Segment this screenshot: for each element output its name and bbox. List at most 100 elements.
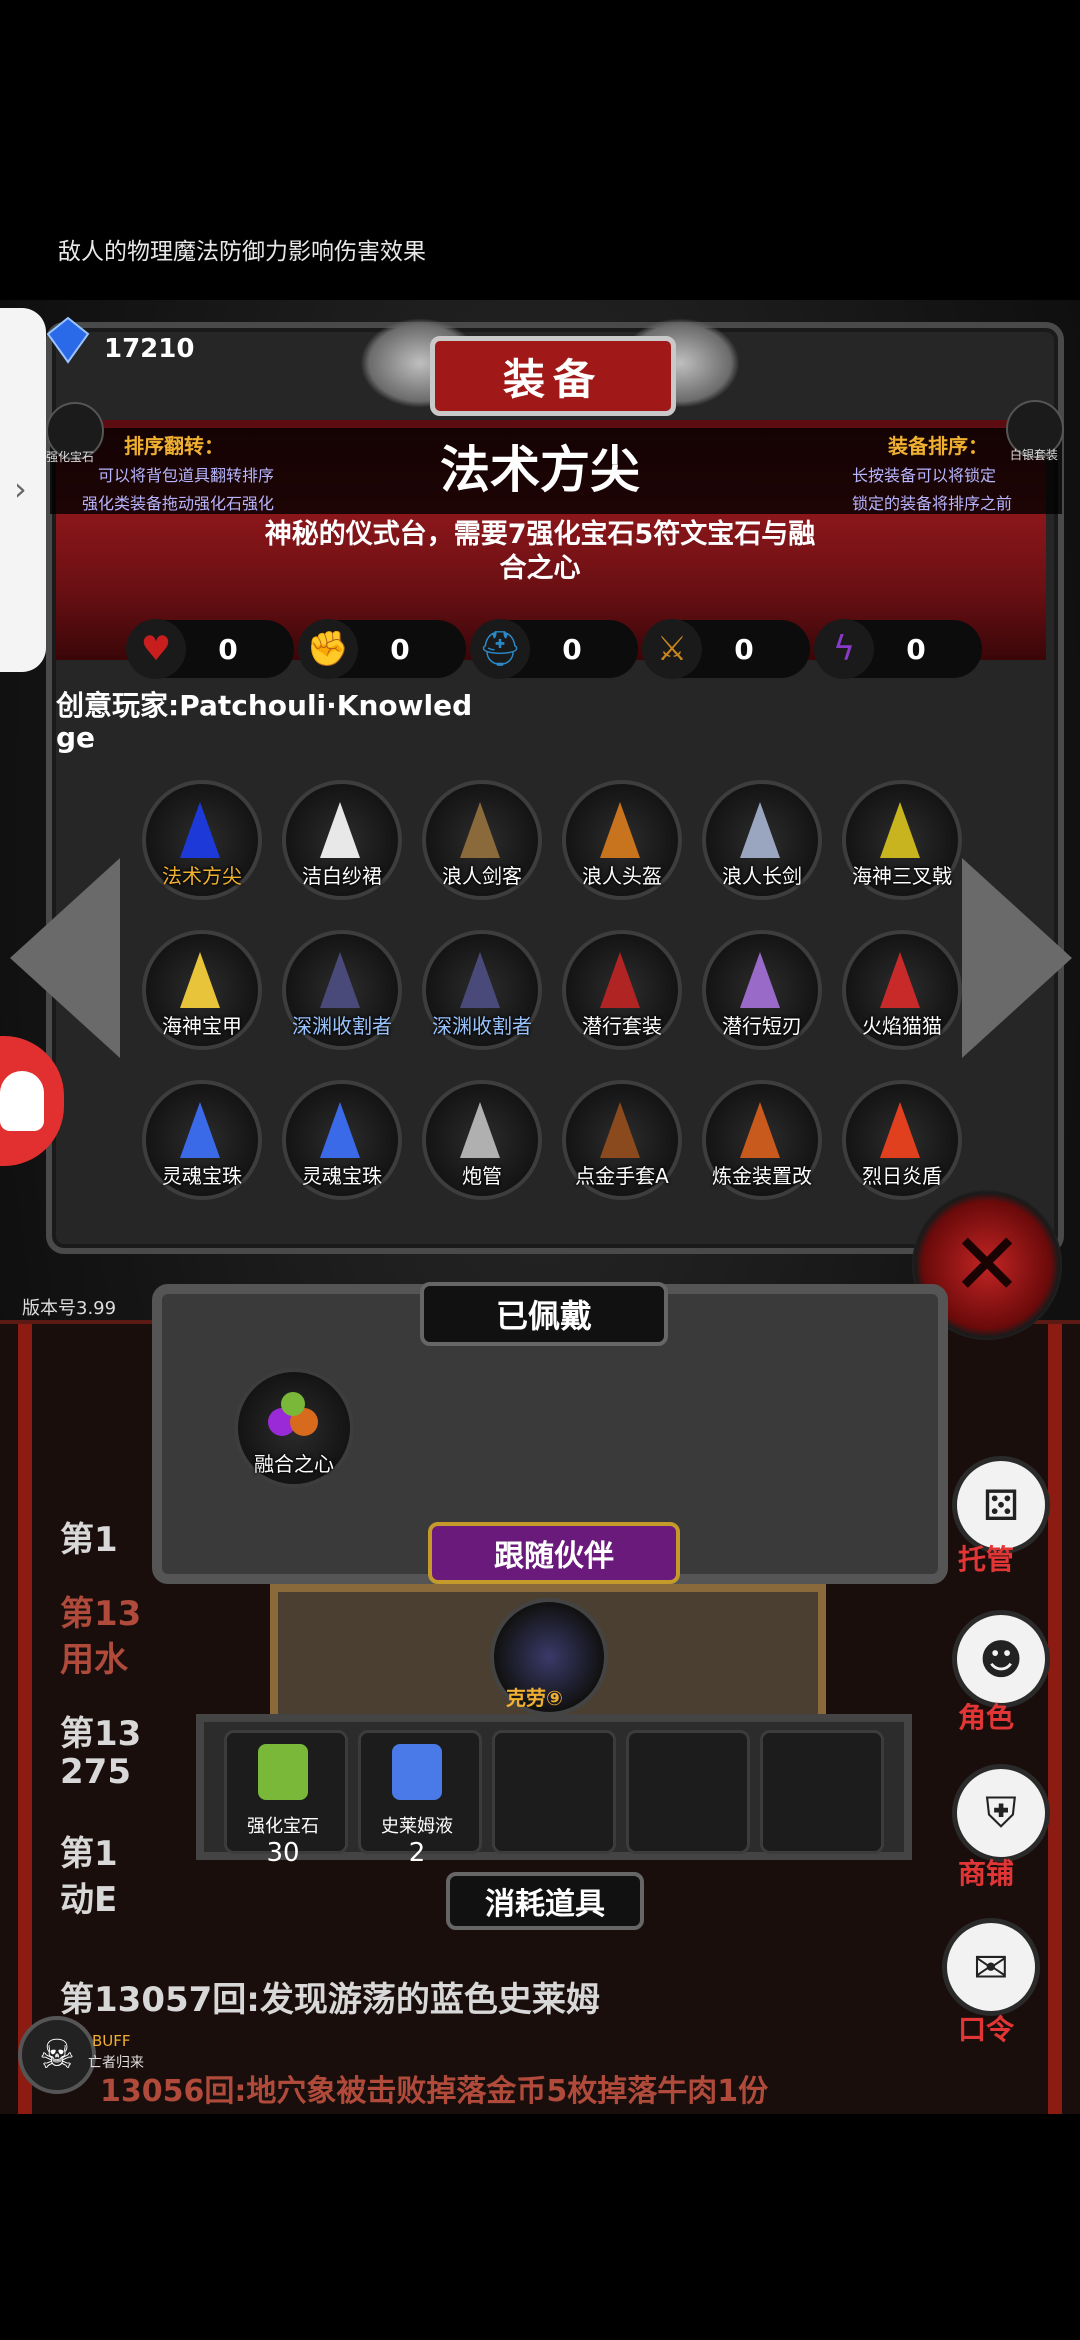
stat-value: 0	[734, 632, 754, 666]
slime-potion-icon	[392, 1744, 442, 1800]
gem-icon	[46, 316, 90, 364]
armor-set-label: 白银套装	[1010, 448, 1059, 462]
consumable-slot[interactable]	[492, 1730, 616, 1854]
gem-count: 17210	[104, 334, 195, 364]
equipment-item[interactable]: 炼金装置改	[702, 1080, 822, 1200]
equipment-item[interactable]: 灵魂宝珠	[282, 1080, 402, 1200]
stat-helmet: ⛑ 0	[470, 619, 638, 679]
equipment-item[interactable]: 炮管	[422, 1080, 542, 1200]
equipment-item[interactable]: 洁白纱裙	[282, 780, 402, 900]
enhance-gem-icon	[258, 1744, 308, 1800]
item-icon	[740, 1102, 780, 1158]
item-label: 海神宝甲	[162, 1014, 242, 1038]
helmet-icon: ⛑	[470, 619, 530, 679]
equip-sort-line: 锁定的装备将排序之前	[852, 494, 1013, 513]
consumable-name: 史莱姆液	[381, 1816, 453, 1837]
companion-name: 克劳⑨	[506, 1686, 563, 1710]
item-label: 灵魂宝珠	[302, 1164, 382, 1188]
equipment-item[interactable]: 浪人剑客	[422, 780, 542, 900]
stat-sword: ⚔ 0	[642, 619, 810, 679]
chevron-right-icon[interactable]: ›	[14, 470, 27, 508]
role-button[interactable]: ☻	[952, 1610, 1050, 1708]
consumable-count: 30	[266, 1838, 300, 1868]
consumables-label: 消耗道具	[446, 1872, 644, 1930]
heart-icon: ♥	[126, 619, 186, 679]
log-line: 动E	[60, 1880, 118, 1920]
buff-title: BUFF	[92, 2032, 131, 2050]
consumable-count: 2	[408, 1838, 426, 1868]
item-label: 海神三叉戟	[852, 864, 952, 888]
item-label: 烈日炎盾	[862, 1164, 942, 1188]
item-label: 深渊收割者	[292, 1014, 392, 1038]
item-icon	[600, 1102, 640, 1158]
fusion-heart-icon	[268, 1392, 318, 1436]
auto-label: 托管	[958, 1543, 1015, 1576]
equip-sort-title[interactable]: 装备排序：	[888, 430, 988, 459]
item-label: 点金手套A	[575, 1164, 669, 1188]
follow-label: 跟随伙伴	[428, 1522, 680, 1584]
stat-value: 0	[906, 632, 926, 666]
equipment-item[interactable]: 火焰猫猫	[842, 930, 962, 1050]
equipment-item[interactable]: 灵魂宝珠	[142, 1080, 262, 1200]
stat-value: 0	[562, 632, 582, 666]
item-label: 法术方尖	[162, 864, 242, 888]
equipment-item[interactable]: 潜行套装	[562, 930, 682, 1050]
stat-heart: ♥ 0	[126, 619, 294, 679]
item-label: 浪人剑客	[442, 864, 522, 888]
code-label: 口令	[958, 2013, 1015, 2046]
worn-item-name: 融合之心	[254, 1452, 334, 1476]
code-button[interactable]: ✉	[942, 1918, 1040, 2016]
log-line: 第1	[60, 1520, 118, 1560]
item-label: 深渊收割者	[432, 1014, 532, 1038]
buff-name: 亡者归来	[88, 2055, 144, 2071]
equipment-item[interactable]: 深渊收割者	[282, 930, 402, 1050]
log-line: 用水	[60, 1640, 128, 1680]
shop-button[interactable]: ⛨	[952, 1764, 1050, 1862]
item-label: 洁白纱裙	[302, 864, 382, 888]
equipment-item[interactable]: 法术方尖	[142, 780, 262, 900]
worn-item[interactable]: 融合之心	[234, 1368, 354, 1488]
item-label: 灵魂宝珠	[162, 1164, 242, 1188]
log-line: 13056回:地穴象被击败掉落金币5枚掉落牛肉1份	[100, 2074, 769, 2109]
equipment-item[interactable]: 浪人头盔	[562, 780, 682, 900]
item-label: 潜行套装	[582, 1014, 662, 1038]
item-label: 火焰猫猫	[862, 1014, 942, 1038]
item-description: 神秘的仪式台，需要7强化宝石5符文宝石与融合之心	[264, 519, 816, 584]
prev-page-arrow[interactable]	[10, 858, 120, 1058]
equipment-item[interactable]: 烈日炎盾	[842, 1080, 962, 1200]
stat-strength: ✊ 0	[298, 619, 466, 679]
stat-value: 0	[390, 632, 410, 666]
consumable-slot[interactable]	[760, 1730, 884, 1854]
item-icon	[880, 1102, 920, 1158]
equipment-item[interactable]: 潜行短刃	[702, 930, 822, 1050]
item-icon	[740, 952, 780, 1008]
equipment-item[interactable]: 浪人长剑	[702, 780, 822, 900]
magic-icon: ϟ	[814, 619, 874, 679]
version-label: 版本号3.99	[22, 1298, 117, 1319]
item-icon	[740, 802, 780, 858]
equipment-item[interactable]: 海神三叉戟	[842, 780, 962, 900]
stat-value: 0	[218, 632, 238, 666]
log-line: 275	[60, 1752, 131, 1792]
equipment-item[interactable]: 深渊收割者	[422, 930, 542, 1050]
worn-label: 已佩戴	[420, 1282, 668, 1346]
log-line: 第13	[60, 1594, 142, 1634]
item-icon	[320, 952, 360, 1008]
skull-icon[interactable]: ☠	[18, 2016, 96, 2094]
item-icon	[180, 802, 220, 858]
item-icon	[460, 1102, 500, 1158]
item-icon	[600, 802, 640, 858]
item-label: 炮管	[462, 1164, 502, 1188]
creator-credit: 创意玩家:Patchouli·Knowledge	[56, 689, 473, 754]
equipment-item[interactable]: 点金手套A	[562, 1080, 682, 1200]
item-label: 炼金装置改	[712, 1164, 812, 1188]
item-icon	[460, 952, 500, 1008]
role-label: 角色	[958, 1701, 1015, 1734]
stat-magic: ϟ0	[814, 619, 982, 679]
item-icon	[880, 802, 920, 858]
item-icon	[320, 802, 360, 858]
shop-label: 商铺	[958, 1857, 1015, 1890]
equipment-item[interactable]: 海神宝甲	[142, 930, 262, 1050]
consumable-slot[interactable]	[626, 1730, 750, 1854]
hint-text: 敌人的物理魔法防御力影响伤害效果	[58, 239, 426, 265]
